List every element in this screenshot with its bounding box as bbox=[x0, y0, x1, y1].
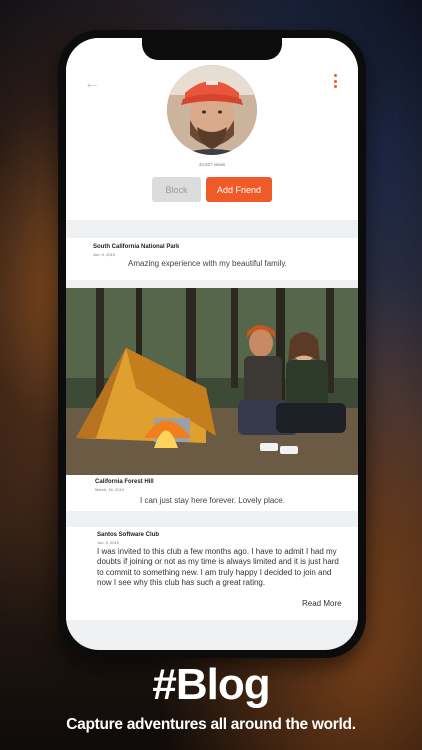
add-friend-button[interactable]: Add Friend bbox=[206, 177, 272, 202]
promo-hashtag: #Blog bbox=[152, 660, 270, 709]
post-card[interactable]: South California National Park Jun. 9, 2… bbox=[66, 238, 358, 280]
avatar bbox=[167, 65, 257, 155]
profile-header: ← 34,527 views Block Add Friend bbox=[66, 38, 358, 220]
post-card[interactable]: California Forest Hill March, 18, 2019 I… bbox=[66, 288, 358, 511]
post-text: I was invited to this club a few months … bbox=[97, 547, 339, 587]
post-title: California Forest Hill bbox=[95, 479, 154, 485]
post-title: Santos Software Club bbox=[97, 532, 160, 538]
post-date: Jun. 9, 2019 bbox=[93, 252, 116, 257]
post-title: South California National Park bbox=[93, 244, 180, 250]
block-button[interactable]: Block bbox=[152, 177, 201, 202]
more-vertical-icon[interactable] bbox=[330, 74, 340, 94]
post-date: Jun. 9, 2019 bbox=[97, 540, 120, 545]
phone-frame: ← 34,527 views Block Add Friend South Ca… bbox=[58, 30, 366, 658]
views-count: 34,527 views bbox=[198, 162, 226, 167]
post-card[interactable]: Santos Software Club Jun. 9, 2019 I was … bbox=[66, 527, 358, 620]
post-text: Amazing experience with my beautiful fam… bbox=[128, 259, 288, 268]
arrow-left-icon[interactable]: ← bbox=[84, 76, 100, 92]
post-date: March, 18, 2019 bbox=[95, 487, 124, 492]
post-text: I can just stay here forever. Lovely pla… bbox=[140, 496, 285, 505]
post-photo bbox=[66, 288, 358, 475]
read-more-link[interactable]: Read More bbox=[302, 599, 342, 608]
promo-subtitle: Capture adventures all around the world. bbox=[66, 716, 356, 733]
phone-notch bbox=[142, 38, 282, 60]
app-screen: ← 34,527 views Block Add Friend South Ca… bbox=[66, 38, 358, 650]
